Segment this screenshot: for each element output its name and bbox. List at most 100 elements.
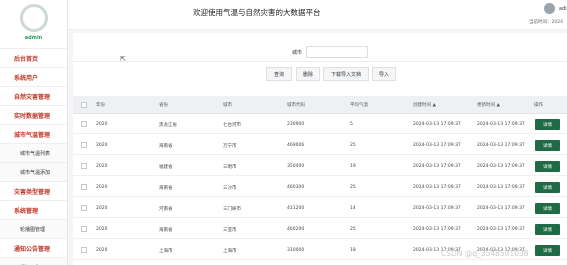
cell-city: 三沙市 bbox=[223, 186, 237, 191]
cell-city-code: 411200 bbox=[287, 206, 305, 211]
cell-year: 2020 bbox=[96, 185, 108, 190]
cell-created: 2024-03-13 17:09:37 bbox=[413, 143, 461, 148]
cell-province: 福建省 bbox=[159, 165, 173, 170]
cell-province: 海南省 bbox=[159, 186, 173, 191]
sidebar-subitem[interactable]: 轮播图管理 bbox=[0, 219, 67, 238]
table-row: 2020 黑龙江省 七台河市 230900 5 2024-03-13 17:09:37 20… bbox=[73, 115, 567, 134]
sidebar-item[interactable]: 系统用户 bbox=[0, 67, 67, 86]
cell-year: 2020 bbox=[96, 248, 108, 253]
query-button[interactable]: 查询 bbox=[266, 67, 292, 81]
search-row: 城市 bbox=[73, 38, 567, 58]
divider bbox=[73, 61, 567, 62]
table-row: 2020 海南省 三亚市 460200 25 2024-03-13 17:09:37 202… bbox=[73, 220, 567, 239]
cell-city: 三门峡市 bbox=[223, 207, 241, 212]
detail-button[interactable]: 详情 bbox=[535, 182, 560, 193]
sidebar-item[interactable]: 通知公告管理 bbox=[0, 238, 67, 257]
table-header: 年份 省份 城市 城市代码 平均气温 创建时间 ▲ 更新时间 ▲ 操作 bbox=[73, 96, 567, 114]
cell-province: 海南省 bbox=[159, 144, 173, 149]
column-header-province[interactable]: 省份 bbox=[159, 102, 168, 108]
sidebar-subitem[interactable]: 通知公告 bbox=[0, 257, 67, 265]
cell-avg-temp: 25 bbox=[350, 143, 356, 148]
sidebar-item[interactable]: 实时数据管理 bbox=[0, 105, 67, 124]
column-header-avg-temp[interactable]: 平均气温 bbox=[350, 102, 368, 108]
cell-city-code: 469006 bbox=[287, 143, 305, 148]
row-checkbox[interactable] bbox=[81, 121, 87, 127]
table-row: 2020 福建省 三明市 350400 19 2024-03-13 17:09:37 202… bbox=[73, 157, 567, 176]
avatar[interactable] bbox=[19, 4, 48, 32]
row-checkbox[interactable] bbox=[81, 205, 87, 211]
cell-year: 2020 bbox=[96, 227, 108, 232]
sidebar-item[interactable]: 系统管理 bbox=[0, 200, 67, 219]
table-row: 2020 河南省 三门峡市 411200 14 2024-03-13 17:09:37 20… bbox=[73, 199, 567, 218]
cell-city: 万宁市 bbox=[223, 144, 237, 149]
sidebar-item[interactable]: 灾害类型管理 bbox=[0, 181, 67, 200]
cell-city: 三明市 bbox=[223, 165, 237, 170]
table-row: 2020 海南省 三沙市 460300 25 2024-03-13 17:09:37 202… bbox=[73, 178, 567, 197]
import-button[interactable]: 导入 bbox=[372, 67, 396, 81]
sidebar: admin 后台首页 系统用户 自然灾害管理 实时数据管理 城市气温管理 城市气温列表 城市… bbox=[0, 0, 68, 265]
cell-city-code: 350400 bbox=[287, 164, 305, 169]
cell-avg-temp: 5 bbox=[350, 122, 353, 127]
cell-created: 2024-03-13 17:09:37 bbox=[413, 185, 461, 190]
sidebar-username: admin bbox=[24, 35, 43, 41]
cell-province: 海南省 bbox=[159, 228, 173, 233]
detail-button[interactable]: 详情 bbox=[535, 224, 560, 235]
city-label: 城市 bbox=[292, 50, 303, 56]
delete-button[interactable]: 删除 bbox=[296, 67, 320, 81]
cell-year: 2020 bbox=[96, 122, 108, 127]
column-header-created[interactable]: 创建时间 ▲ bbox=[413, 102, 436, 108]
row-checkbox[interactable] bbox=[81, 163, 87, 169]
detail-button[interactable]: 详情 bbox=[535, 161, 560, 172]
sidebar-menu: 后台首页 系统用户 自然灾害管理 实时数据管理 城市气温管理 城市气温列表 城市气温添加 灾害… bbox=[0, 48, 67, 265]
cell-year: 2020 bbox=[96, 206, 108, 211]
cell-updated: 2024-03-13 17:09:37 bbox=[477, 185, 525, 190]
cell-city: 上海市 bbox=[223, 249, 237, 254]
page-title: 欢迎使用气温与自然灾害的大数据平台 bbox=[193, 8, 321, 17]
cell-year: 2020 bbox=[96, 164, 108, 169]
select-all-checkbox[interactable] bbox=[81, 102, 87, 108]
column-header-city[interactable]: 城市 bbox=[223, 102, 232, 108]
sidebar-profile: admin bbox=[0, 0, 67, 48]
row-checkbox[interactable] bbox=[81, 142, 87, 148]
cell-updated: 2024-03-13 17:09:37 bbox=[477, 122, 525, 127]
cell-city-code: 460300 bbox=[287, 185, 305, 190]
header-username[interactable]: adi bbox=[559, 6, 567, 12]
cell-avg-temp: 14 bbox=[350, 206, 356, 211]
sort-icon[interactable]: ▲ bbox=[496, 103, 499, 108]
sort-icon[interactable]: ▲ bbox=[432, 103, 435, 108]
sidebar-subitem[interactable]: 城市气温列表 bbox=[0, 143, 67, 162]
sidebar-item[interactable]: 城市气温管理 bbox=[0, 124, 67, 143]
detail-button[interactable]: 详情 bbox=[535, 119, 560, 130]
detail-button[interactable]: 详情 bbox=[535, 203, 560, 214]
column-header-updated[interactable]: 更新时间 ▲ bbox=[477, 102, 500, 108]
app-root: admin 后台首页 系统用户 自然灾害管理 实时数据管理 城市气温管理 城市气温列表 城市… bbox=[0, 0, 567, 265]
column-header-action: 操作 bbox=[534, 103, 543, 108]
row-checkbox[interactable] bbox=[81, 226, 87, 232]
cell-avg-temp: 25 bbox=[350, 227, 356, 232]
table-row: 2020 海南省 万宁市 469006 25 2024-03-13 17:09:37 202… bbox=[73, 136, 567, 155]
city-input[interactable] bbox=[306, 46, 368, 58]
sidebar-item[interactable]: 后台首页 bbox=[0, 48, 67, 67]
cell-created: 2024-03-13 17:09:37 bbox=[413, 122, 461, 127]
cell-updated: 2024-03-13 17:09:37 bbox=[477, 227, 525, 232]
sidebar-item[interactable]: 自然灾害管理 bbox=[0, 86, 67, 105]
sidebar-subitem[interactable]: 城市气温添加 bbox=[0, 162, 67, 181]
row-checkbox[interactable] bbox=[81, 184, 87, 190]
download-import-template-button[interactable]: 下载导入文档 bbox=[323, 67, 369, 81]
header-current-time: 当前时间：2024 bbox=[529, 20, 563, 25]
column-header-year[interactable]: 年份 bbox=[96, 102, 105, 108]
cell-year: 2020 bbox=[96, 143, 108, 148]
cell-province: 上海市 bbox=[159, 249, 173, 254]
cell-city-code: 230900 bbox=[287, 122, 305, 127]
cell-avg-temp: 19 bbox=[350, 164, 356, 169]
detail-button[interactable]: 详情 bbox=[535, 245, 560, 256]
cell-updated: 2024-03-13 17:09:37 bbox=[477, 164, 525, 169]
watermark: CSDN @q_3548581038 bbox=[441, 249, 529, 258]
column-header-city-code[interactable]: 城市代码 bbox=[287, 102, 305, 108]
detail-button[interactable]: 详情 bbox=[535, 140, 560, 151]
user-avatar-icon[interactable] bbox=[544, 3, 555, 14]
cell-created: 2024-03-13 17:09:37 bbox=[413, 164, 461, 169]
row-checkbox[interactable] bbox=[81, 247, 87, 253]
cell-province: 黑龙江省 bbox=[159, 123, 177, 128]
top-header: 欢迎使用气温与自然灾害的大数据平台 adi 当前时间：2024 bbox=[68, 0, 567, 30]
